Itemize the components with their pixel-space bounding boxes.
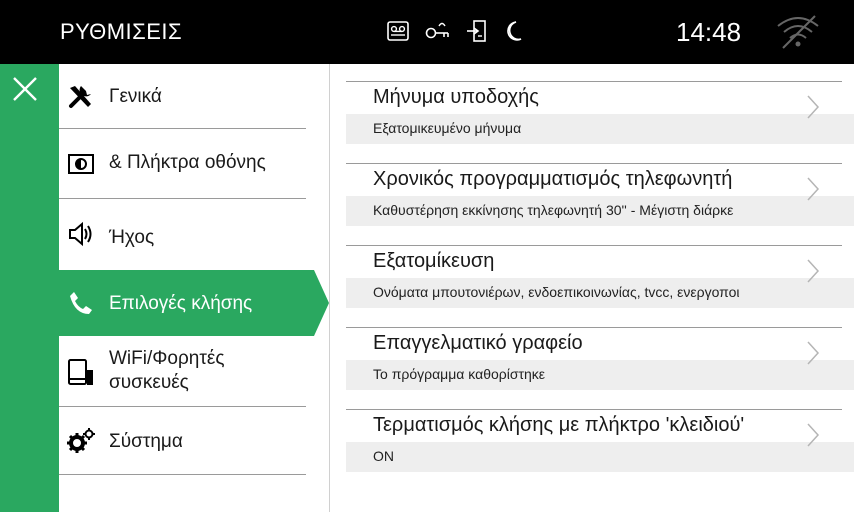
option-title: Μήνυμα υποδοχής <box>373 86 539 108</box>
option-value-bar: Καθυστέρηση εκκίνησης τηλεφωνητή 30'' - … <box>346 196 854 226</box>
chevron-right-icon <box>807 341 820 365</box>
key-icon <box>424 20 452 47</box>
option-title: Χρονικός προγραμματισμός τηλεφωνητή <box>373 168 733 190</box>
page-title: ΡΥΘΜΙΣΕΙΣ <box>60 19 183 44</box>
option-value-bar: ON <box>346 442 854 472</box>
phone-icon <box>66 288 96 318</box>
option-row-key-call-end[interactable]: Τερματισμός κλήσης με πλήκτρο 'κλειδιού'… <box>346 392 854 478</box>
screen-keys-icon <box>66 149 96 179</box>
menu-item-label: Σύστημα <box>109 431 183 452</box>
option-title: Επαγγελματικό γραφείο <box>373 332 583 354</box>
menu-item-system[interactable]: Σύστημα <box>59 406 329 474</box>
menu-item-label: & Πλήκτρα οθόνης <box>109 152 266 173</box>
option-value: Το πρόγραμμα καθορίστηκε <box>373 366 546 382</box>
divider <box>59 474 306 475</box>
menu-item-label: Επιλογές κλήσης <box>109 293 253 314</box>
call-options-list: Μήνυμα υποδοχής Εξατομικευμένο μήνυμα Χρ… <box>346 64 854 512</box>
chevron-right-icon <box>807 423 820 447</box>
divider <box>346 81 842 82</box>
menu-item-label: Γενικά <box>109 86 162 107</box>
option-value-bar: Εξατομικευμένο μήνυμα <box>346 114 854 144</box>
side-rail <box>0 64 59 512</box>
menu-item-sound[interactable]: Ήχος <box>59 198 329 270</box>
top-bar: ΡΥΘΜΙΣΕΙΣ 14:48 <box>0 0 854 64</box>
option-title: Εξατομίκευση <box>373 250 495 272</box>
option-row-welcome-message[interactable]: Μήνυμα υποδοχής Εξατομικευμένο μήνυμα <box>346 64 854 150</box>
selection-arrow <box>314 270 329 336</box>
wifi-off-icon <box>775 14 821 55</box>
menu-item-general[interactable]: Γενικά <box>59 64 329 128</box>
chevron-right-icon <box>807 259 820 283</box>
option-value-bar: Ονόματα μπουτονιέρων, ενδοεπικοινωνίας, … <box>346 278 854 308</box>
moon-icon <box>502 19 524 48</box>
option-value: Ονόματα μπουτονιέρων, ενδοεπικοινωνίας, … <box>373 284 740 300</box>
divider <box>346 409 842 410</box>
voicemail-icon <box>386 20 410 47</box>
panel-divider <box>329 64 330 512</box>
option-value-bar: Το πρόγραμμα καθορίστηκε <box>346 360 854 390</box>
menu-item-label-line1: WiFi/Φορητές <box>109 348 225 369</box>
settings-menu: Γενικά & Πλήκτρα οθόνης Ήχος Επιλογές κλ… <box>59 64 329 512</box>
wrench-icon <box>66 81 96 111</box>
option-row-customization[interactable]: Εξατομίκευση Ονόματα μπουτονιέρων, ενδοε… <box>346 228 854 314</box>
option-value: ON <box>373 448 394 464</box>
option-title: Τερματισμός κλήσης με πλήκτρο 'κλειδιού' <box>373 414 745 436</box>
gears-icon <box>66 426 96 456</box>
close-icon[interactable] <box>10 74 40 104</box>
clock: 14:48 <box>676 17 742 47</box>
menu-item-screen-keys[interactable]: & Πλήκτρα οθόνης <box>59 128 329 198</box>
divider <box>346 245 842 246</box>
option-value: Καθυστέρηση εκκίνησης τηλεφωνητή 30'' - … <box>373 202 734 218</box>
door-exit-icon <box>466 19 488 48</box>
mobile-devices-icon <box>66 358 96 388</box>
menu-item-wifi-devices[interactable]: WiFi/Φορητές συσκευές <box>59 336 329 406</box>
menu-item-label: WiFi/Φορητές συσκευές <box>109 347 225 395</box>
speaker-icon <box>66 219 96 249</box>
chevron-right-icon <box>807 95 820 119</box>
menu-item-label: Ήχος <box>109 227 155 248</box>
divider <box>346 163 842 164</box>
status-icons <box>386 18 524 48</box>
option-row-answering-schedule[interactable]: Χρονικός προγραμματισμός τηλεφωνητή Καθυ… <box>346 146 854 232</box>
chevron-right-icon <box>807 177 820 201</box>
option-value: Εξατομικευμένο μήνυμα <box>373 120 522 136</box>
menu-item-call-options[interactable]: Επιλογές κλήσης <box>59 270 314 336</box>
divider <box>346 327 842 328</box>
menu-item-label-line2: συσκευές <box>109 372 189 393</box>
option-row-professional-office[interactable]: Επαγγελματικό γραφείο Το πρόγραμμα καθορ… <box>346 310 854 396</box>
